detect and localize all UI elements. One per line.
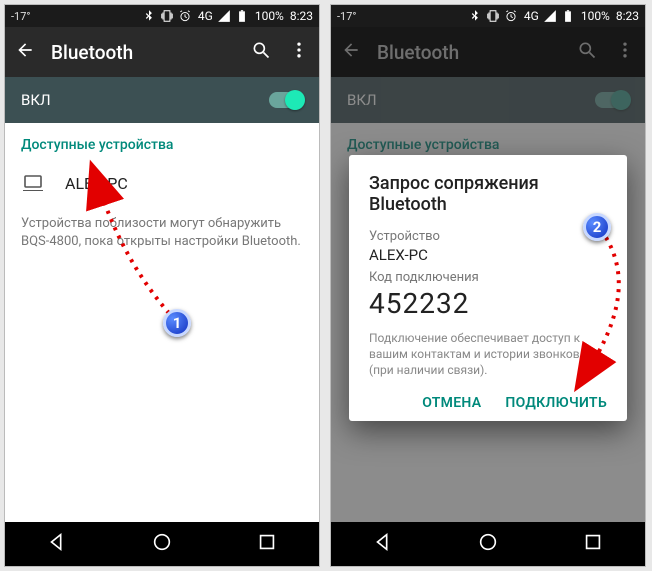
bluetooth-icon — [142, 9, 156, 23]
search-icon — [251, 40, 271, 60]
circle-home-icon — [151, 531, 173, 553]
connect-button[interactable]: ПОДКЛЮЧИТЬ — [505, 395, 607, 411]
triangle-back-icon — [46, 531, 68, 553]
battery-pct: 100% — [255, 9, 284, 23]
back-button[interactable] — [15, 40, 35, 64]
bluetooth-icon — [468, 9, 482, 23]
dialog-note: Подключение обеспечивает доступ к вашим … — [369, 330, 607, 379]
dialog-device-name: ALEX-PC — [369, 246, 607, 264]
signal-icon — [543, 9, 557, 23]
battery-icon — [561, 9, 575, 23]
bluetooth-switch[interactable] — [269, 92, 303, 108]
vibrate-icon — [160, 9, 174, 23]
device-name: ALEX-PC — [65, 174, 128, 193]
circle-home-icon — [477, 531, 499, 553]
cancel-button[interactable]: ОТМЕНА — [422, 395, 481, 411]
triangle-back-icon — [372, 531, 394, 553]
vibrate-icon — [486, 9, 500, 23]
dialog-title: Запрос сопряжения Bluetooth — [369, 173, 607, 215]
nav-back[interactable] — [372, 531, 394, 557]
alarm-icon — [178, 9, 192, 23]
nav-recent[interactable] — [256, 531, 278, 557]
clock: 8:23 — [290, 9, 313, 23]
nav-bar — [5, 522, 319, 566]
pairing-dialog: Запрос сопряжения Bluetooth Устройство A… — [349, 155, 627, 421]
toggle-bar: ВКЛ — [5, 77, 319, 123]
nav-back[interactable] — [46, 531, 68, 557]
annotation-badge-1: 1 — [163, 309, 191, 337]
dialog-pairing-code: 452232 — [369, 287, 607, 320]
page-title: Bluetooth — [51, 41, 235, 64]
battery-icon — [235, 9, 249, 23]
nav-recent[interactable] — [582, 531, 604, 557]
dialog-code-label: Код подключения — [369, 270, 607, 285]
temperature: -17° — [337, 10, 357, 23]
clock: 8:23 — [616, 9, 639, 23]
annotation-badge-2: 2 — [583, 213, 611, 241]
app-bar: Bluetooth — [5, 27, 319, 77]
alarm-icon — [504, 9, 518, 23]
temperature: -17° — [11, 10, 31, 23]
device-row[interactable]: ALEX-PC — [5, 163, 319, 207]
nav-home[interactable] — [477, 531, 499, 557]
toggle-label: ВКЛ — [21, 91, 51, 109]
network-label: 4G — [198, 9, 213, 23]
nav-bar — [331, 522, 645, 566]
section-available-devices: Доступные устройства — [5, 123, 319, 163]
visibility-hint: Устройства поблизости могут обнаружить B… — [5, 207, 319, 259]
square-recent-icon — [582, 531, 604, 553]
signal-icon — [217, 9, 231, 23]
overflow-button[interactable] — [289, 40, 309, 64]
network-label: 4G — [524, 9, 539, 23]
phone-screen-left: -17° 4G 100% 8:23 Bluetooth — [4, 4, 320, 567]
phone-screen-right: -17° 4G 100% 8:23 Bluetooth — [330, 4, 646, 567]
nav-home[interactable] — [151, 531, 173, 557]
battery-pct: 100% — [581, 9, 610, 23]
more-vert-icon — [289, 40, 309, 60]
status-bar: -17° 4G 100% 8:23 — [5, 5, 319, 27]
laptop-icon — [21, 171, 45, 195]
dialog-device-label: Устройство — [369, 229, 607, 244]
square-recent-icon — [256, 531, 278, 553]
search-button[interactable] — [251, 40, 271, 64]
status-bar: -17° 4G 100% 8:23 — [331, 5, 645, 27]
arrow-back-icon — [15, 40, 35, 60]
